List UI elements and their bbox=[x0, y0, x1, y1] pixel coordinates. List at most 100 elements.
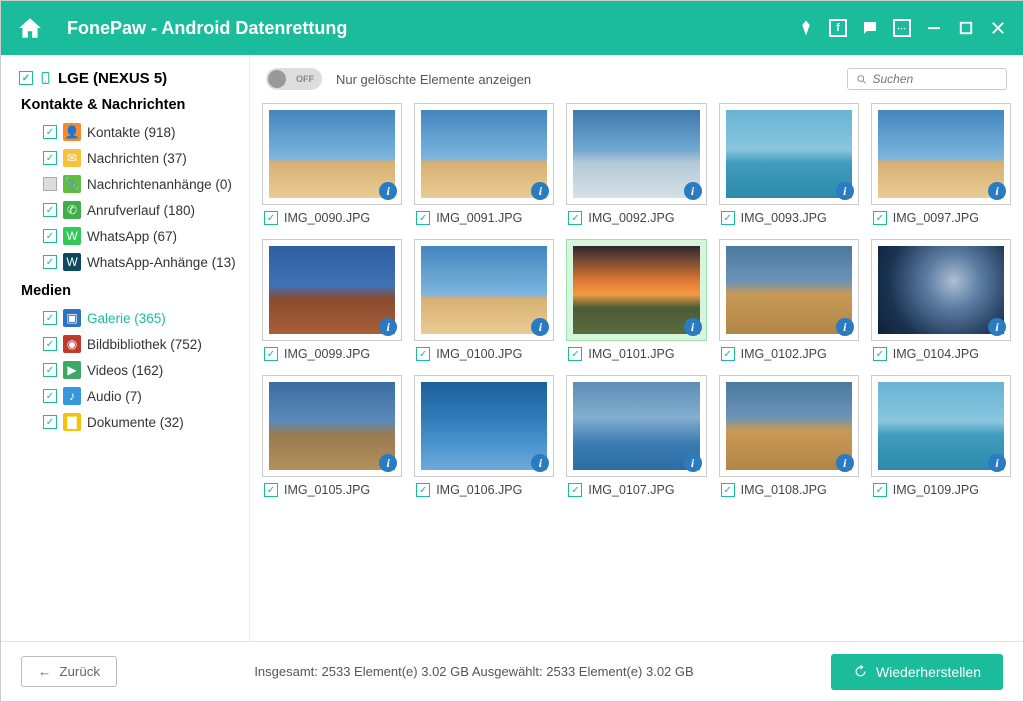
thumbnail-checkbox[interactable]: ✓ bbox=[416, 483, 430, 497]
thumbnail[interactable]: i✓IMG_0093.JPG bbox=[719, 103, 859, 225]
maximize-icon[interactable] bbox=[957, 19, 975, 37]
thumbnail-filename: IMG_0107.JPG bbox=[588, 483, 674, 497]
thumbnail[interactable]: i✓IMG_0104.JPG bbox=[871, 239, 1011, 361]
info-icon[interactable]: i bbox=[988, 454, 1006, 472]
info-icon[interactable]: i bbox=[836, 182, 854, 200]
thumbnail-filename: IMG_0101.JPG bbox=[588, 347, 674, 361]
thumbnail-checkbox[interactable]: ✓ bbox=[568, 211, 582, 225]
sidebar-item[interactable]: ✓▇Dokumente (32) bbox=[19, 409, 249, 435]
thumbnail-card[interactable]: i bbox=[262, 239, 402, 341]
info-icon[interactable]: i bbox=[684, 182, 702, 200]
thumbnail-checkbox[interactable]: ✓ bbox=[873, 347, 887, 361]
thumbnail-card[interactable]: i bbox=[414, 239, 554, 341]
home-icon[interactable] bbox=[17, 15, 43, 41]
thumbnail-card[interactable]: i bbox=[719, 103, 859, 205]
thumbnail[interactable]: i✓IMG_0100.JPG bbox=[414, 239, 554, 361]
deleted-only-toggle[interactable]: OFF bbox=[266, 68, 322, 90]
feedback-icon[interactable] bbox=[861, 19, 879, 37]
device-row[interactable]: ✓ LGE (NEXUS 5) bbox=[19, 69, 249, 87]
info-icon[interactable]: i bbox=[836, 454, 854, 472]
thumbnail-caption: ✓IMG_0091.JPG bbox=[414, 211, 554, 225]
thumbnail-checkbox[interactable]: ✓ bbox=[721, 347, 735, 361]
thumbnail-checkbox[interactable]: ✓ bbox=[721, 483, 735, 497]
item-checkbox[interactable]: ✓ bbox=[43, 177, 57, 191]
thumbnail-checkbox[interactable]: ✓ bbox=[568, 347, 582, 361]
thumbnail-checkbox[interactable]: ✓ bbox=[873, 483, 887, 497]
item-checkbox[interactable]: ✓ bbox=[43, 125, 57, 139]
search-input[interactable] bbox=[872, 72, 998, 86]
more-icon[interactable]: ⋯ bbox=[893, 19, 911, 37]
minimize-icon[interactable] bbox=[925, 19, 943, 37]
thumbnail-card[interactable]: i bbox=[719, 239, 859, 341]
sidebar-item[interactable]: ✓✆Anrufverlauf (180) bbox=[19, 197, 249, 223]
thumbnail-card[interactable]: i bbox=[414, 103, 554, 205]
item-label: Kontakte (918) bbox=[87, 125, 176, 140]
thumbnail-checkbox[interactable]: ✓ bbox=[568, 483, 582, 497]
category-icon: ▣ bbox=[63, 309, 81, 327]
sidebar-item[interactable]: ✓◉Bildbibliothek (752) bbox=[19, 331, 249, 357]
sidebar-item[interactable]: ✓▣Galerie (365) bbox=[19, 305, 249, 331]
thumbnail-grid: i✓IMG_0090.JPGi✓IMG_0091.JPGi✓IMG_0092.J… bbox=[262, 103, 1011, 497]
item-checkbox[interactable]: ✓ bbox=[43, 229, 57, 243]
facebook-icon[interactable]: f bbox=[829, 19, 847, 37]
thumbnail[interactable]: i ✓IMG_0091.JPG bbox=[414, 103, 554, 225]
thumbnail-checkbox[interactable]: ✓ bbox=[873, 211, 887, 225]
item-checkbox[interactable]: ✓ bbox=[43, 363, 57, 377]
thumbnail[interactable]: i✓IMG_0102.JPG bbox=[719, 239, 859, 361]
thumbnail-checkbox[interactable]: ✓ bbox=[264, 347, 278, 361]
thumbnail-card[interactable]: i bbox=[566, 239, 706, 341]
thumbnail-checkbox[interactable]: ✓ bbox=[264, 483, 278, 497]
item-checkbox[interactable]: ✓ bbox=[43, 203, 57, 217]
device-checkbox[interactable]: ✓ bbox=[19, 71, 33, 85]
info-icon[interactable]: i bbox=[684, 454, 702, 472]
thumbnail-card[interactable]: i bbox=[566, 103, 706, 205]
thumbnail-checkbox[interactable]: ✓ bbox=[416, 347, 430, 361]
sidebar-item[interactable]: ✓WWhatsApp-Anhänge (13) bbox=[19, 249, 249, 275]
item-checkbox[interactable]: ✓ bbox=[43, 311, 57, 325]
sidebar-item[interactable]: ✓👤Kontakte (918) bbox=[19, 119, 249, 145]
thumbnail-card[interactable]: i bbox=[719, 375, 859, 477]
thumbnail-card[interactable]: i bbox=[414, 375, 554, 477]
thumbnail-card[interactable]: i bbox=[262, 375, 402, 477]
search-box[interactable] bbox=[847, 68, 1007, 90]
thumbnail[interactable]: i✓IMG_0106.JPG bbox=[414, 375, 554, 497]
info-icon[interactable]: i bbox=[684, 318, 702, 336]
info-icon[interactable]: i bbox=[836, 318, 854, 336]
thumbnail[interactable]: i✓IMG_0092.JPG bbox=[566, 103, 706, 225]
item-checkbox[interactable]: ✓ bbox=[43, 151, 57, 165]
thumbnail-card[interactable]: i bbox=[566, 375, 706, 477]
sidebar-item[interactable]: ✓♪Audio (7) bbox=[19, 383, 249, 409]
thumbnail-checkbox[interactable]: ✓ bbox=[721, 211, 735, 225]
thumbnail-card[interactable]: i bbox=[871, 239, 1011, 341]
diamond-icon[interactable] bbox=[797, 19, 815, 37]
thumbnail-checkbox[interactable]: ✓ bbox=[416, 211, 430, 225]
thumbnail-grid-scroll[interactable]: i✓IMG_0090.JPGi✓IMG_0091.JPGi✓IMG_0092.J… bbox=[250, 103, 1023, 641]
sidebar-item[interactable]: ✓✉Nachrichten (37) bbox=[19, 145, 249, 171]
thumbnail[interactable]: i✓IMG_0108.JPG bbox=[719, 375, 859, 497]
info-icon[interactable]: i bbox=[988, 182, 1006, 200]
thumbnail[interactable]: i✓IMG_0097.JPG bbox=[871, 103, 1011, 225]
item-label: WhatsApp-Anhänge (13) bbox=[87, 255, 236, 270]
info-icon[interactable]: i bbox=[988, 318, 1006, 336]
thumbnail[interactable]: i✓IMG_0105.JPG bbox=[262, 375, 402, 497]
thumbnail-image bbox=[573, 110, 699, 198]
thumbnail[interactable]: i✓IMG_0090.JPG bbox=[262, 103, 402, 225]
thumbnail-card[interactable]: i bbox=[262, 103, 402, 205]
thumbnail[interactable]: i✓IMG_0099.JPG bbox=[262, 239, 402, 361]
thumbnail-card[interactable]: i bbox=[871, 375, 1011, 477]
item-checkbox[interactable]: ✓ bbox=[43, 255, 57, 269]
item-checkbox[interactable]: ✓ bbox=[43, 337, 57, 351]
thumbnail[interactable]: i ✓ IMG_0101.JPG bbox=[566, 239, 706, 361]
thumbnail[interactable]: i ✓ IMG_0107.JPG bbox=[566, 375, 706, 497]
sidebar-item[interactable]: ✓▶Videos (162) bbox=[19, 357, 249, 383]
thumbnail-card[interactable]: i bbox=[871, 103, 1011, 205]
close-icon[interactable] bbox=[989, 19, 1007, 37]
back-button[interactable]: ← Zurück bbox=[21, 656, 117, 687]
sidebar-item[interactable]: ✓WWhatsApp (67) bbox=[19, 223, 249, 249]
item-checkbox[interactable]: ✓ bbox=[43, 415, 57, 429]
recover-button[interactable]: Wiederherstellen bbox=[831, 654, 1003, 690]
sidebar-item[interactable]: ✓📎Nachrichtenanhänge (0) bbox=[19, 171, 249, 197]
item-checkbox[interactable]: ✓ bbox=[43, 389, 57, 403]
thumbnail-checkbox[interactable]: ✓ bbox=[264, 211, 278, 225]
thumbnail[interactable]: i✓IMG_0109.JPG bbox=[871, 375, 1011, 497]
